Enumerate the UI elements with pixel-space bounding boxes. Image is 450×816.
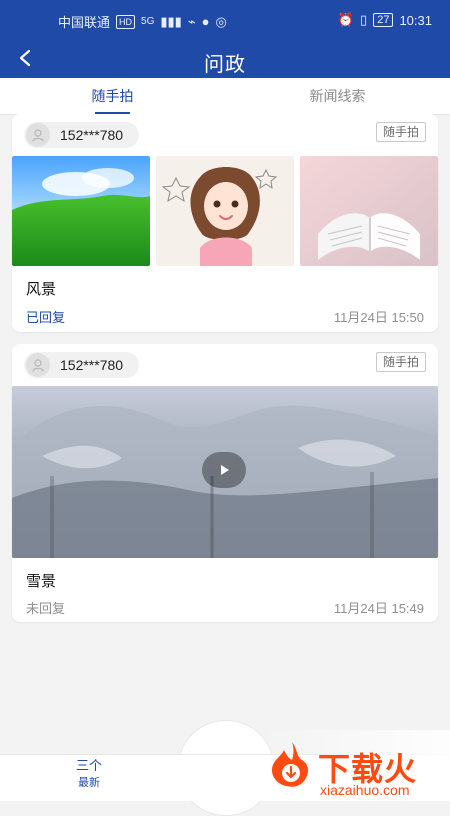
reply-status: 已回复 bbox=[26, 310, 66, 325]
bottom-tab-label: 最新 bbox=[78, 777, 100, 789]
hd-chip: HD bbox=[116, 14, 136, 29]
cartoon-girl-image[interactable] bbox=[156, 156, 294, 266]
post-title: 风景 bbox=[26, 281, 57, 298]
battery-icon: 27 bbox=[373, 13, 394, 27]
post-tag: 随手拍 bbox=[375, 122, 426, 142]
user-phone: 152***780 bbox=[60, 357, 124, 373]
status-bar: 中国联通 HD 5G ▮▮▮ ⌁ ● ◎ ⏰ ▯ 27 10:31 bbox=[0, 0, 450, 40]
avatar bbox=[26, 123, 50, 147]
avatar bbox=[26, 353, 50, 377]
latest-icon: 三个 bbox=[75, 758, 102, 773]
flame-logo-icon bbox=[272, 742, 309, 787]
media-thumbnails bbox=[12, 156, 438, 266]
clock: 10:31 bbox=[399, 12, 432, 28]
play-button[interactable] bbox=[202, 452, 246, 488]
user-phone: 152***780 bbox=[60, 127, 124, 143]
post-card-1[interactable]: 152***780 随手拍 风景 已回复 11月24日 15:50 bbox=[12, 114, 438, 332]
tab-suishoupai[interactable]: 随手拍 bbox=[0, 78, 225, 114]
network-label: 5G bbox=[141, 16, 155, 27]
tab-news-leads[interactable]: 新闻线索 bbox=[225, 78, 450, 114]
watermark-domain: xiazaihuo.com bbox=[320, 782, 410, 798]
top-navbar: 问政 bbox=[0, 40, 450, 78]
carrier-label: 中国联通 bbox=[58, 15, 111, 30]
landscape-image[interactable] bbox=[12, 156, 150, 266]
user-pill: 152***780 bbox=[24, 122, 140, 148]
user-icon bbox=[32, 359, 44, 372]
reply-status: 未回复 bbox=[26, 601, 66, 616]
post-card-2[interactable]: 152***780 随手拍 雪景 未回复 11月24日 15:49 bbox=[12, 344, 438, 622]
sync-icon: ◎ bbox=[215, 13, 227, 29]
video-thumbnail[interactable] bbox=[12, 386, 438, 558]
wechat-icon: ● bbox=[201, 14, 210, 29]
battery-level: 27 bbox=[377, 14, 390, 26]
alarm-icon: ⏰ bbox=[337, 12, 355, 27]
post-time: 11月24日 15:50 bbox=[333, 310, 424, 325]
play-icon bbox=[221, 465, 229, 475]
user-pill: 152***780 bbox=[24, 352, 140, 378]
post-title: 雪景 bbox=[26, 573, 57, 590]
wifi-icon: ⌁ bbox=[187, 13, 196, 29]
status-left: 中国联通 HD 5G ▮▮▮ ⌁ ● ◎ bbox=[58, 12, 227, 31]
status-right: ⏰ ▯ 27 10:31 bbox=[338, 12, 432, 28]
post-tag: 随手拍 bbox=[375, 352, 426, 372]
user-icon bbox=[32, 129, 44, 142]
vibrate-icon: ▯ bbox=[360, 12, 368, 27]
post-time: 11月24日 15:49 bbox=[333, 601, 424, 616]
bottom-tab-latest[interactable]: 三个 最新 bbox=[66, 759, 112, 790]
open-book-image[interactable] bbox=[300, 156, 438, 266]
signal-icon: ▮▮▮ bbox=[160, 13, 182, 29]
page-title: 问政 bbox=[204, 54, 246, 76]
tab-bar: 随手拍 新闻线索 bbox=[0, 78, 450, 115]
